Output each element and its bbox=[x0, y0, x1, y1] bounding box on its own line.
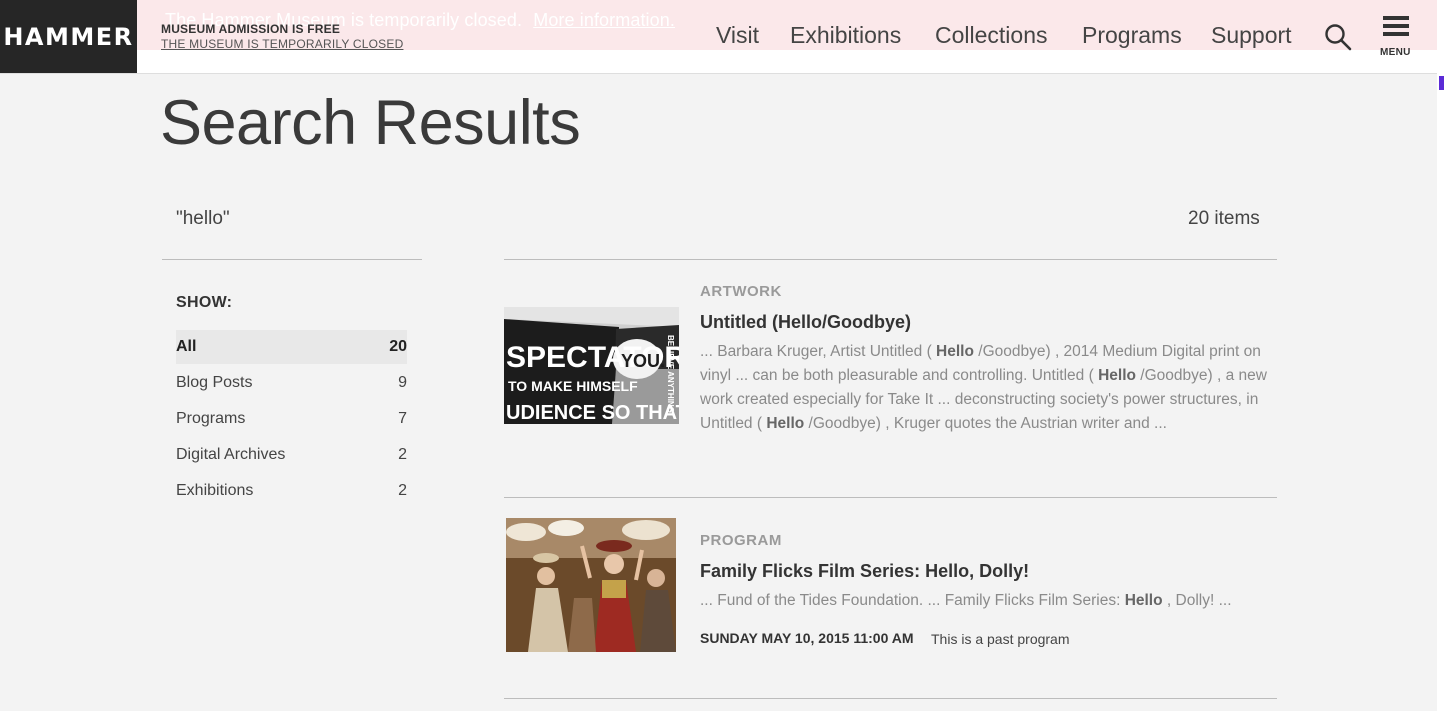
nav-programs[interactable]: Programs bbox=[1082, 22, 1182, 49]
page-scroll-edge bbox=[1437, 0, 1447, 711]
excerpt-highlight: Hello bbox=[1124, 592, 1163, 609]
filter-count: 20 bbox=[389, 338, 407, 355]
excerpt-highlight: Hello bbox=[1098, 367, 1136, 384]
menu-label: MENU bbox=[1380, 47, 1411, 58]
filter-label: Exhibitions bbox=[176, 482, 254, 499]
excerpt-text: /Goodbye) , Kruger quotes the Austrian w… bbox=[804, 415, 1167, 432]
filter-count: 9 bbox=[398, 374, 407, 391]
nav-exhibitions[interactable]: Exhibitions bbox=[790, 22, 901, 49]
nav-support[interactable]: Support bbox=[1211, 22, 1292, 49]
site-header: The Hammer Museum is temporarily closed.… bbox=[0, 0, 1447, 74]
filter-label: Blog Posts bbox=[176, 374, 253, 391]
program-status: This is a past program bbox=[931, 631, 1070, 647]
temporarily-closed-link[interactable]: THE MUSEUM IS TEMPORARILY CLOSED bbox=[161, 37, 403, 51]
sidebar-divider bbox=[162, 259, 422, 260]
nav-collections[interactable]: Collections bbox=[935, 22, 1048, 49]
filter-blog-posts[interactable]: Blog Posts 9 bbox=[176, 366, 407, 400]
results-count: 20 items bbox=[1188, 208, 1260, 229]
admission-notice: MUSEUM ADMISSION IS FREE bbox=[161, 22, 341, 36]
excerpt-text: ... Fund of the Tides Foundation. ... Fa… bbox=[700, 592, 1125, 609]
result-divider bbox=[504, 698, 1277, 699]
hammer-logo[interactable]: HAMMER bbox=[0, 0, 137, 73]
alert-more-info-link[interactable]: More information. bbox=[533, 10, 675, 30]
filter-label: Programs bbox=[176, 410, 246, 427]
artwork-text-vertical: BELIEVE ANYTHING bbox=[666, 335, 675, 413]
artwork-text-line3: TO MAKE HIMSELF bbox=[508, 378, 638, 394]
artwork-text-line4: UDIENCE SO THAT THEY bbox=[506, 402, 679, 424]
program-date: SUNDAY MAY 10, 2015 11:00 AM bbox=[700, 630, 914, 646]
excerpt-text: ... Barbara Kruger, Artist Untitled ( bbox=[700, 343, 937, 360]
filter-digital-archives[interactable]: Digital Archives 2 bbox=[176, 438, 407, 472]
excerpt-text: , Dolly! ... bbox=[1162, 592, 1232, 609]
excerpt-highlight: Hello bbox=[936, 343, 974, 360]
feedback-tab[interactable] bbox=[1439, 76, 1444, 90]
excerpt-highlight: Hello bbox=[766, 415, 805, 432]
filter-label: Digital Archives bbox=[176, 446, 286, 463]
artwork-text-you: YOU. bbox=[621, 351, 665, 371]
show-filter-heading: SHOW: bbox=[176, 294, 233, 311]
filter-count: 2 bbox=[398, 482, 407, 499]
filter-count: 7 bbox=[398, 410, 407, 427]
filter-label: All bbox=[176, 338, 197, 355]
result-type-label: ARTWORK bbox=[700, 283, 782, 300]
filter-count: 2 bbox=[398, 446, 407, 463]
filter-all[interactable]: All 20 bbox=[176, 330, 407, 364]
result-type-label: PROGRAM bbox=[700, 532, 782, 549]
result-title-link[interactable]: Untitled (Hello/Goodbye) bbox=[700, 312, 911, 333]
result-excerpt: ... Fund of the Tides Foundation. ... Fa… bbox=[700, 589, 1277, 613]
result-title-link[interactable]: Family Flicks Film Series: Hello, Dolly! bbox=[700, 561, 1029, 582]
page-title: Search Results bbox=[160, 88, 581, 158]
filter-exhibitions[interactable]: Exhibitions 2 bbox=[176, 474, 407, 508]
nav-visit[interactable]: Visit bbox=[716, 22, 759, 49]
hamburger-menu-icon bbox=[1383, 16, 1409, 40]
results-divider bbox=[504, 259, 1277, 260]
search-icon[interactable] bbox=[1324, 23, 1352, 51]
result-thumbnail-program[interactable] bbox=[506, 518, 676, 652]
result-divider bbox=[504, 497, 1277, 498]
result-excerpt: ... Barbara Kruger, Artist Untitled ( He… bbox=[700, 340, 1277, 436]
search-query: "hello" bbox=[176, 208, 230, 229]
filter-programs[interactable]: Programs 7 bbox=[176, 402, 407, 436]
menu-button[interactable]: MENU bbox=[1378, 16, 1416, 60]
result-thumbnail-artwork[interactable]: SPECTATOR YOU. TO MAKE HIMSELF UDIENCE S… bbox=[504, 307, 679, 424]
